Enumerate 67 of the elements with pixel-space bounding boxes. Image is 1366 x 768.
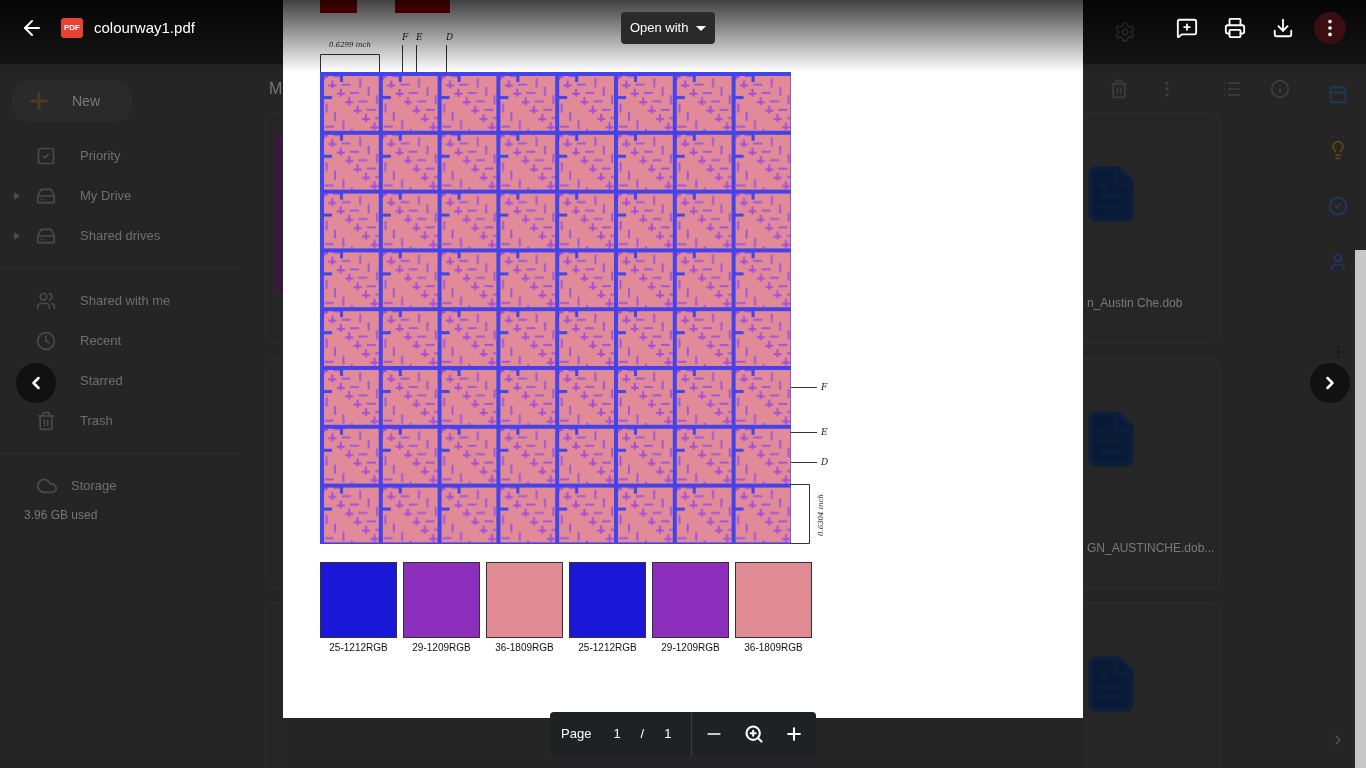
mark-label: E [416, 32, 423, 42]
sidebar-item[interactable]: Storage [0, 466, 265, 506]
page-heading: M [269, 78, 283, 99]
person-icon[interactable] [1328, 252, 1348, 272]
trash-icon[interactable] [1109, 78, 1129, 99]
drive-icon [36, 186, 56, 206]
swatch-label: 29-1209RGB [412, 641, 471, 655]
priority-icon [36, 146, 56, 166]
settings-icon[interactable] [1114, 21, 1136, 43]
cropped-figure [395, 0, 450, 13]
sidebar-item[interactable]: Shared drives [0, 216, 265, 256]
leader-line [446, 44, 447, 72]
file-card[interactable]: GN_AUSTINCHE.dob... [1083, 358, 1220, 588]
zoom-icon[interactable] [744, 724, 765, 744]
leader-line [791, 387, 818, 388]
download-icon[interactable] [1272, 17, 1294, 39]
storage-usage: 3.96 GB used [23, 507, 99, 524]
page-number-field[interactable]: 1 [613, 724, 621, 744]
new-button[interactable]: New [12, 80, 132, 122]
dimension-bracket [791, 484, 810, 544]
file-name: n_Austin Che.dob [1086, 295, 1184, 312]
page-total: 1 [664, 725, 672, 744]
leader-line [791, 432, 818, 433]
swatch-label: 29-1209RGB [661, 641, 720, 655]
sidebar-item[interactable]: Priority [0, 136, 265, 176]
previous-button[interactable] [16, 363, 56, 403]
caret-icon [696, 25, 707, 31]
mark-label: E [821, 427, 828, 437]
mark-label: D [446, 32, 454, 42]
sidebar-item[interactable]: My Drive [0, 176, 265, 216]
file-card[interactable] [265, 113, 283, 343]
mark-label: F [402, 32, 409, 42]
mark-label: F [821, 382, 828, 392]
swatch-label: 25-1212RGB [578, 641, 637, 655]
pdf-file-icon: PDF [61, 18, 83, 38]
swatch-label: 36-1809RGB [744, 641, 803, 655]
open-with-button[interactable]: Open with [620, 12, 716, 44]
file-card[interactable] [265, 358, 283, 588]
file-card[interactable] [265, 603, 283, 768]
leader-line [416, 44, 417, 72]
next-button[interactable] [1310, 363, 1350, 403]
leader-line [791, 462, 818, 463]
recent-icon [36, 331, 56, 351]
leader-line [402, 44, 403, 72]
sidebar-item[interactable]: Trash [0, 401, 265, 441]
page-separator: / [640, 725, 645, 744]
print-icon[interactable] [1224, 17, 1246, 39]
shared-drives-icon [36, 226, 56, 246]
scrollbar[interactable] [1355, 250, 1366, 768]
sidebar-item[interactable]: Recent [0, 321, 265, 361]
swatch-label: 36-1809RGB [495, 641, 554, 655]
file-card[interactable] [1083, 603, 1220, 768]
page-label: Page [561, 725, 592, 744]
info-icon[interactable] [1270, 78, 1290, 99]
cropped-figure [320, 0, 357, 13]
calendar-icon[interactable] [1328, 84, 1348, 104]
swatch-label: 25-1212RGB [329, 641, 388, 655]
dimension-bracket [320, 54, 380, 72]
file-name: GN_AUSTINCHE.dob... [1086, 540, 1216, 557]
check-circle-icon[interactable] [1328, 196, 1348, 216]
mark-label: D [821, 457, 829, 467]
shared-icon [36, 291, 56, 311]
sidebar-item[interactable]: Shared with me [0, 281, 265, 321]
file-title: colourway1.pdf [94, 17, 195, 38]
trash-icon [36, 411, 56, 431]
file-card[interactable]: n_Austin Che.dob [1083, 113, 1220, 343]
add-comment-icon[interactable] [1176, 17, 1198, 39]
